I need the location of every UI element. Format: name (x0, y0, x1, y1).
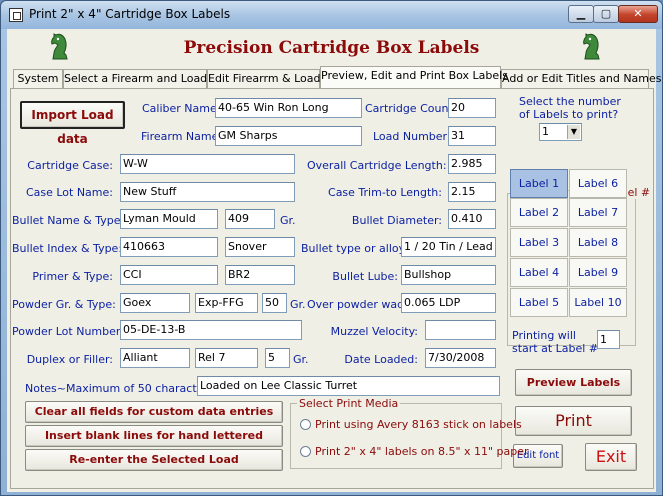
powder-lot-field[interactable]: 05-DE-13-B (120, 320, 302, 340)
over-powder-wad-label: Over powder wad (307, 298, 405, 311)
date-loaded-field[interactable]: 7/30/2008 (425, 348, 496, 368)
chevron-down-icon[interactable]: ▼ (567, 125, 580, 139)
cartridge-count-label: Cartridge Count: (365, 102, 457, 115)
duplex-weight-field[interactable]: 5 (265, 348, 290, 368)
date-loaded-label: Date Loaded: (344, 353, 418, 366)
reenter-load-button[interactable]: Re-enter the Selected Load (25, 449, 283, 471)
load-number-label: Load Number: (373, 130, 451, 143)
clear-fields-button[interactable]: Clear all fields for custom data entries (25, 401, 283, 423)
start-info-label: Printing will start at Label # (512, 329, 599, 355)
caliber-name-field[interactable]: 40-65 Win Ron Long (215, 98, 362, 118)
bullet-index-field[interactable]: 410663 (120, 237, 218, 257)
client-area: Precision Cartridge Box Labels System Se… (7, 29, 662, 492)
primer-label: Primer & Type: (32, 270, 113, 283)
label-cell-4[interactable]: Label 4 (510, 258, 568, 287)
label-cell-8[interactable]: Label 8 (569, 228, 627, 257)
powder-type-field[interactable]: Exp-FFG (195, 293, 258, 313)
overall-length-label: Overall Cartridge Length: (307, 159, 447, 172)
cartridge-count-field[interactable]: 20 (448, 98, 496, 118)
start-label-field[interactable]: 1 (597, 330, 620, 349)
load-number-field[interactable]: 31 (448, 126, 496, 146)
trim-length-label: Case Trim-to Length: (328, 186, 442, 199)
trim-length-field[interactable]: 2.15 (448, 182, 496, 202)
window-icon (9, 8, 23, 22)
bullet-diameter-label: Bullet Diameter: (351, 214, 442, 227)
label-cell-2[interactable]: Label 2 (510, 198, 568, 227)
label-cell-7[interactable]: Label 7 (569, 198, 627, 227)
powder-label: Powder Gr. & Type: (12, 298, 116, 311)
label-cell-6[interactable]: Label 6 (569, 169, 627, 198)
powder-weight-unit: Gr. (290, 298, 306, 311)
duplex-field[interactable]: Alliant (120, 348, 190, 368)
bullet-index-type-field[interactable]: Snover (225, 237, 295, 257)
tab-edit-firearm[interactable]: Edit Firearrm & Load (207, 69, 321, 88)
firearm-name-label: Firearm Name: (141, 130, 223, 143)
title-bar[interactable]: Print 2" x 4" Cartridge Box Labels ▁ ▢ ✕ (1, 1, 662, 29)
case-lot-field[interactable]: New Stuff (120, 182, 295, 202)
window-title: Print 2" x 4" Cartridge Box Labels (29, 7, 231, 21)
bullet-alloy-field[interactable]: 1 / 20 Tin / Lead (401, 237, 496, 257)
cartridge-case-field[interactable]: W-W (120, 154, 295, 174)
bullet-lube-field[interactable]: Bullshop (401, 265, 496, 285)
tab-preview-print[interactable]: Preview, Edit and Print Box Labels (320, 66, 508, 88)
duplex-type-field[interactable]: Rel 7 (195, 348, 258, 368)
avery-radio[interactable] (300, 419, 311, 430)
preview-labels-button[interactable]: Preview Labels (515, 369, 632, 396)
label-cell-1[interactable]: Label 1 (510, 169, 568, 198)
print-media-group (290, 403, 502, 469)
case-lot-label: Case Lot Name: (25, 186, 113, 199)
paper-radio[interactable] (300, 446, 311, 457)
tab-select-firearm[interactable]: Select a Firearm and Load (63, 69, 207, 88)
label-cell-3[interactable]: Label 3 (510, 228, 568, 257)
bullet-weight-field[interactable]: 409 (225, 209, 275, 229)
bullet-alloy-label: Bullet type or alloy: (301, 242, 409, 255)
labels-count-select[interactable]: 1 ▼ (539, 123, 582, 141)
cartridge-case-label: Cartridge Case: (27, 159, 113, 172)
primer-field[interactable]: CCI (120, 265, 218, 285)
bullet-name-field[interactable]: Lyman Mould (120, 209, 218, 229)
firearm-name-field[interactable]: GM Sharps (215, 126, 362, 146)
notes-field[interactable]: Loaded on Lee Classic Turret (197, 376, 500, 396)
bullet-lube-label: Bullet Lube: (332, 270, 398, 283)
labels-count-prompt: Select the number of Labels to print? (519, 95, 621, 121)
insert-blank-button[interactable]: Insert blank lines for hand lettered lab… (25, 425, 283, 462)
muzzle-velocity-label: Muzzel Velocity: (330, 325, 418, 338)
caliber-name-label: Caliber Name: (142, 102, 221, 115)
muzzle-velocity-field[interactable] (425, 320, 496, 340)
maximize-button[interactable]: ▢ (593, 5, 619, 23)
paper-radio-label[interactable]: Print 2" x 4" labels on 8.5" x 11" paper (315, 445, 529, 458)
label-cell-9[interactable]: Label 9 (569, 258, 627, 287)
over-powder-wad-field[interactable]: 0.065 LDP (401, 293, 496, 313)
app-window: Print 2" x 4" Cartridge Box Labels ▁ ▢ ✕… (0, 0, 663, 496)
label-cell-5[interactable]: Label 5 (510, 288, 568, 317)
duplex-label: Duplex or Filler: (26, 353, 113, 366)
powder-field[interactable]: Goex (120, 293, 190, 313)
bullet-diameter-field[interactable]: 0.410 (448, 209, 496, 229)
import-load-button[interactable]: Import Load data (20, 101, 125, 146)
overall-length-field[interactable]: 2.985 (448, 154, 496, 174)
bullet-name-label: Bullet Name & Type: (12, 214, 125, 227)
label-cell-10[interactable]: Label 10 (569, 288, 627, 317)
print-media-legend: Select Print Media (297, 397, 401, 410)
minimize-button[interactable]: ▁ (568, 5, 594, 23)
notes-label: Notes~Maximum of 50 characters: (25, 382, 218, 395)
labels-count-value: 1 (542, 125, 549, 138)
close-button[interactable]: ✕ (618, 5, 658, 23)
powder-weight-field[interactable]: 50 (262, 293, 287, 313)
page-title: Precision Cartridge Box Labels (183, 38, 480, 58)
tab-system[interactable]: System (13, 69, 63, 88)
exit-button[interactable]: Exit (585, 443, 637, 471)
tab-titles-names[interactable]: Add or Edit Titles and Names (501, 69, 662, 88)
bullet-weight-unit: Gr. (280, 214, 296, 227)
print-button[interactable]: Print (515, 406, 632, 436)
powder-lot-label: Powder Lot Number: (12, 325, 124, 338)
avery-radio-label[interactable]: Print using Avery 8163 stick on labels (315, 418, 522, 431)
primer-type-field[interactable]: BR2 (225, 265, 295, 285)
bullet-index-label: Bullet Index & Type: (12, 242, 123, 255)
